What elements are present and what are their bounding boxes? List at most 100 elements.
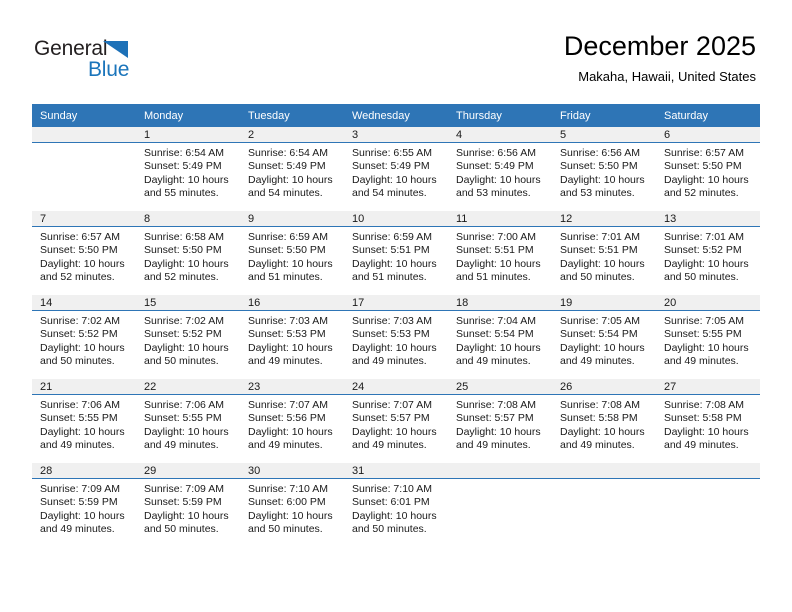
calendar-day-cell[interactable]: 19 Sunrise: 7:05 AM Sunset: 5:54 PM Dayligh… xyxy=(552,295,656,379)
calendar-day-cell[interactable]: 21 Sunrise: 7:06 AM Sunset: 5:55 PM Dayligh… xyxy=(32,379,136,463)
daylight-duration-line1: Daylight: 10 hours xyxy=(144,173,229,186)
sunset-time: Sunset: 5:53 PM xyxy=(248,328,326,341)
sunset-time: Sunset: 5:58 PM xyxy=(560,412,638,425)
calendar-day-cell[interactable]: 11 Sunrise: 7:00 AM Sunset: 5:51 PM Dayligh… xyxy=(448,211,552,295)
day-number xyxy=(32,127,136,143)
sunset-time: Sunset: 5:50 PM xyxy=(40,244,118,257)
daylight-duration-line2: and 53 minutes. xyxy=(456,187,531,200)
calendar-day-cell[interactable]: 14 Sunrise: 7:02 AM Sunset: 5:52 PM Dayligh… xyxy=(32,295,136,379)
weekday-header-tuesday: Tuesday xyxy=(240,104,344,127)
daylight-duration-line1: Daylight: 10 hours xyxy=(352,509,437,522)
daylight-duration-line1: Daylight: 10 hours xyxy=(352,425,437,438)
calendar-day-cell[interactable]: 6 Sunrise: 6:57 AM Sunset: 5:50 PM Daylight… xyxy=(656,127,760,211)
day-number: 29 xyxy=(136,463,240,479)
calendar-day-cell[interactable]: 17 Sunrise: 7:03 AM Sunset: 5:53 PM Dayligh… xyxy=(344,295,448,379)
sunrise-time: Sunrise: 6:59 AM xyxy=(352,231,432,243)
daylight-duration-line1: Daylight: 10 hours xyxy=(40,257,125,270)
calendar-day-cell[interactable]: 23 Sunrise: 7:07 AM Sunset: 5:56 PM Dayligh… xyxy=(240,379,344,463)
day-details: Sunrise: 7:07 AM Sunset: 5:57 PM Daylight:… xyxy=(344,395,448,453)
calendar-day-cell[interactable]: 2 Sunrise: 6:54 AM Sunset: 5:49 PM Daylight… xyxy=(240,127,344,211)
daylight-duration-line2: and 50 minutes. xyxy=(40,355,115,368)
calendar-cell-empty xyxy=(32,127,136,211)
day-details: Sunrise: 7:01 AM Sunset: 5:52 PM Daylight:… xyxy=(656,227,760,285)
calendar-cell-empty xyxy=(552,463,656,547)
sunset-time: Sunset: 5:49 PM xyxy=(144,160,222,173)
calendar-day-cell[interactable]: 25 Sunrise: 7:08 AM Sunset: 5:57 PM Dayligh… xyxy=(448,379,552,463)
calendar-day-cell[interactable]: 3 Sunrise: 6:55 AM Sunset: 5:49 PM Daylight… xyxy=(344,127,448,211)
sunset-time: Sunset: 6:01 PM xyxy=(352,496,430,509)
calendar-day-cell[interactable]: 27 Sunrise: 7:08 AM Sunset: 5:58 PM Dayligh… xyxy=(656,379,760,463)
daylight-duration-line2: and 49 minutes. xyxy=(248,439,323,452)
calendar-day-cell[interactable]: 18 Sunrise: 7:04 AM Sunset: 5:54 PM Dayligh… xyxy=(448,295,552,379)
calendar-day-cell[interactable]: 29 Sunrise: 7:09 AM Sunset: 5:59 PM Dayligh… xyxy=(136,463,240,547)
sunset-time: Sunset: 5:50 PM xyxy=(248,244,326,257)
calendar-day-cell[interactable]: 15 Sunrise: 7:02 AM Sunset: 5:52 PM Dayligh… xyxy=(136,295,240,379)
daylight-duration-line1: Daylight: 10 hours xyxy=(144,425,229,438)
calendar-day-cell[interactable]: 10 Sunrise: 6:59 AM Sunset: 5:51 PM Dayligh… xyxy=(344,211,448,295)
day-number: 22 xyxy=(136,379,240,395)
sunrise-time: Sunrise: 7:02 AM xyxy=(144,315,224,327)
sunset-time: Sunset: 5:55 PM xyxy=(664,328,742,341)
day-number: 3 xyxy=(344,127,448,143)
calendar-day-cell[interactable]: 26 Sunrise: 7:08 AM Sunset: 5:58 PM Dayligh… xyxy=(552,379,656,463)
sunrise-time: Sunrise: 7:03 AM xyxy=(352,315,432,327)
sunset-time: Sunset: 5:53 PM xyxy=(352,328,430,341)
sunrise-time: Sunrise: 7:05 AM xyxy=(560,315,640,327)
calendar-day-cell[interactable]: 31 Sunrise: 7:10 AM Sunset: 6:01 PM Dayligh… xyxy=(344,463,448,547)
daylight-duration-line2: and 49 minutes. xyxy=(40,523,115,536)
title-block: December 2025 Makaha, Hawaii, United Sta… xyxy=(564,30,756,86)
calendar-week-row: 21 Sunrise: 7:06 AM Sunset: 5:55 PM Dayligh… xyxy=(32,379,760,463)
daylight-duration-line1: Daylight: 10 hours xyxy=(456,257,541,270)
day-number: 18 xyxy=(448,295,552,311)
daylight-duration-line2: and 54 minutes. xyxy=(352,187,427,200)
day-number: 17 xyxy=(344,295,448,311)
calendar-day-cell[interactable]: 30 Sunrise: 7:10 AM Sunset: 6:00 PM Dayligh… xyxy=(240,463,344,547)
daylight-duration-line1: Daylight: 10 hours xyxy=(560,425,645,438)
sunset-time: Sunset: 5:54 PM xyxy=(456,328,534,341)
calendar-day-cell[interactable]: 28 Sunrise: 7:09 AM Sunset: 5:59 PM Dayligh… xyxy=(32,463,136,547)
day-number xyxy=(552,463,656,479)
daylight-duration-line2: and 49 minutes. xyxy=(352,439,427,452)
day-details xyxy=(656,479,760,483)
logo-triangle-icon xyxy=(103,41,128,58)
day-number: 9 xyxy=(240,211,344,227)
sunrise-time: Sunrise: 7:09 AM xyxy=(40,483,120,495)
weekday-header-saturday: Saturday xyxy=(656,104,760,127)
day-details: Sunrise: 7:04 AM Sunset: 5:54 PM Daylight:… xyxy=(448,311,552,369)
sunset-time: Sunset: 5:50 PM xyxy=(560,160,638,173)
calendar-day-cell[interactable]: 1 Sunrise: 6:54 AM Sunset: 5:49 PM Daylight… xyxy=(136,127,240,211)
calendar-day-cell[interactable]: 22 Sunrise: 7:06 AM Sunset: 5:55 PM Dayligh… xyxy=(136,379,240,463)
sunrise-time: Sunrise: 6:57 AM xyxy=(40,231,120,243)
daylight-duration-line2: and 49 minutes. xyxy=(144,439,219,452)
sunset-time: Sunset: 5:49 PM xyxy=(352,160,430,173)
calendar-day-cell[interactable]: 9 Sunrise: 6:59 AM Sunset: 5:50 PM Daylight… xyxy=(240,211,344,295)
calendar-day-cell[interactable]: 20 Sunrise: 7:05 AM Sunset: 5:55 PM Dayligh… xyxy=(656,295,760,379)
weekday-header-monday: Monday xyxy=(136,104,240,127)
calendar-day-cell[interactable]: 16 Sunrise: 7:03 AM Sunset: 5:53 PM Dayligh… xyxy=(240,295,344,379)
calendar-day-cell[interactable]: 8 Sunrise: 6:58 AM Sunset: 5:50 PM Daylight… xyxy=(136,211,240,295)
day-details: Sunrise: 6:54 AM Sunset: 5:49 PM Daylight:… xyxy=(136,143,240,201)
general-blue-logo: General Blue xyxy=(34,37,154,85)
day-number: 7 xyxy=(32,211,136,227)
sunrise-time: Sunrise: 7:08 AM xyxy=(560,399,640,411)
day-details: Sunrise: 7:10 AM Sunset: 6:01 PM Daylight:… xyxy=(344,479,448,537)
calendar-day-cell[interactable]: 5 Sunrise: 6:56 AM Sunset: 5:50 PM Daylight… xyxy=(552,127,656,211)
daylight-duration-line2: and 49 minutes. xyxy=(560,355,635,368)
day-number: 14 xyxy=(32,295,136,311)
calendar-day-cell[interactable]: 4 Sunrise: 6:56 AM Sunset: 5:49 PM Daylight… xyxy=(448,127,552,211)
daylight-duration-line2: and 49 minutes. xyxy=(456,439,531,452)
sunrise-time: Sunrise: 7:06 AM xyxy=(144,399,224,411)
sunrise-time: Sunrise: 6:55 AM xyxy=(352,147,432,159)
sunset-time: Sunset: 5:51 PM xyxy=(560,244,638,257)
calendar-day-cell[interactable]: 13 Sunrise: 7:01 AM Sunset: 5:52 PM Dayligh… xyxy=(656,211,760,295)
page-header: General Blue December 2025 Makaha, Hawai… xyxy=(0,0,792,104)
sunrise-time: Sunrise: 7:03 AM xyxy=(248,315,328,327)
calendar-day-cell[interactable]: 24 Sunrise: 7:07 AM Sunset: 5:57 PM Dayligh… xyxy=(344,379,448,463)
calendar-day-cell[interactable]: 12 Sunrise: 7:01 AM Sunset: 5:51 PM Dayligh… xyxy=(552,211,656,295)
sunset-time: Sunset: 5:50 PM xyxy=(144,244,222,257)
calendar-day-cell[interactable]: 7 Sunrise: 6:57 AM Sunset: 5:50 PM Daylight… xyxy=(32,211,136,295)
sunset-time: Sunset: 5:57 PM xyxy=(456,412,534,425)
sunrise-time: Sunrise: 7:07 AM xyxy=(352,399,432,411)
day-number: 28 xyxy=(32,463,136,479)
sunset-time: Sunset: 5:58 PM xyxy=(664,412,742,425)
